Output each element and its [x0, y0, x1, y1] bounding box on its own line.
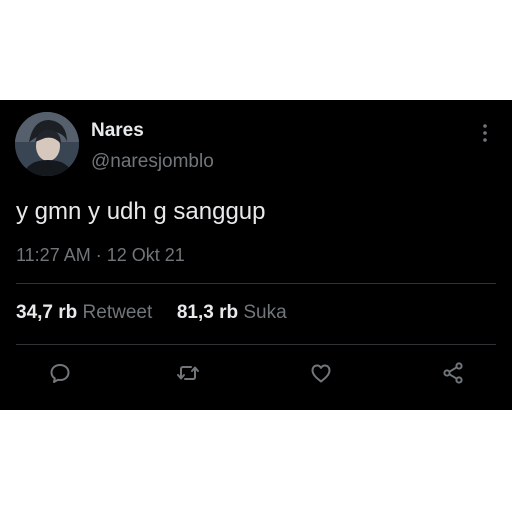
like-label: Suka: [243, 302, 287, 323]
like-stat[interactable]: 81,3 rb Suka: [177, 302, 287, 323]
display-name[interactable]: Nares: [91, 120, 144, 142]
retweet-label: Retweet: [82, 302, 153, 323]
retweet-icon: [177, 366, 199, 380]
like-button[interactable]: [308, 360, 334, 386]
more-options-button[interactable]: [475, 122, 495, 144]
avatar-image: [15, 112, 79, 176]
more-vertical-icon: [483, 124, 487, 142]
like-count: 81,3 rb: [176, 302, 239, 323]
tweet-time: 11:27 AM: [16, 245, 91, 265]
username[interactable]: @naresjomblo: [91, 151, 214, 173]
tweet-text: y gmn y udh g sanggup: [16, 198, 266, 225]
reply-button[interactable]: [47, 360, 73, 386]
divider: [16, 344, 496, 345]
retweet-stat[interactable]: 34,7 rb Retweet: [16, 302, 158, 323]
tweet-date: 12 Okt 21: [106, 245, 185, 265]
heart-icon: [311, 364, 331, 383]
tweet-timestamp[interactable]: 11:27 AM · 12 Okt 21: [16, 245, 185, 266]
retweet-button[interactable]: [175, 360, 201, 386]
divider: [16, 283, 496, 284]
meta-separator: ·: [95, 245, 102, 265]
avatar[interactable]: [15, 112, 79, 176]
share-button[interactable]: [440, 360, 466, 386]
tweet-card: Nares @naresjomblo y gmn y udh g sanggup…: [0, 100, 512, 410]
engagement-stats: 34,7 rb Retweet 81,3 rb Suka: [16, 302, 287, 324]
retweet-count: 34,7 rb: [16, 302, 78, 323]
share-icon: [443, 362, 463, 384]
reply-icon: [50, 364, 70, 383]
